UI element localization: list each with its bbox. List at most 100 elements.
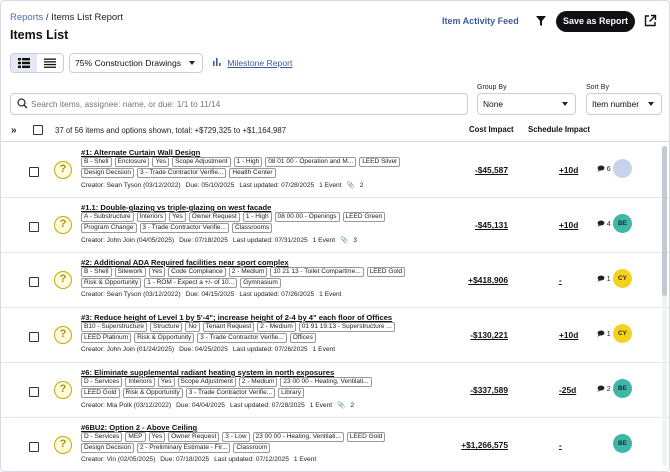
assignee-avatar[interactable]	[613, 159, 632, 178]
chevron-down-icon	[189, 61, 195, 65]
tag: Yes	[148, 432, 166, 442]
assignee-avatar[interactable]: BE	[613, 434, 632, 453]
tag: Health Center	[229, 168, 276, 178]
cost-impact-value[interactable]: -$130,221	[470, 330, 508, 340]
item-title[interactable]: #6: Eliminate supplemental radiant heati…	[81, 368, 334, 377]
breadcrumb-current: Items List Report	[51, 12, 123, 23]
item-title[interactable]: #6BU2: Option 2 - Above Ceiling	[81, 423, 197, 432]
list-item[interactable]: ? #6BU2: Option 2 - Above Ceiling D - Serv…	[1, 418, 669, 471]
bar-chart-icon	[213, 58, 221, 66]
row-checkbox[interactable]	[29, 167, 39, 177]
cost-impact-value[interactable]: -$45,131	[475, 220, 508, 230]
breadcrumb-reports-link[interactable]: Reports	[10, 12, 43, 23]
select-all-checkbox[interactable]	[33, 125, 43, 135]
cost-impact-value[interactable]: -$45,587	[475, 165, 508, 175]
tag: D - Services	[81, 377, 123, 387]
card-view-icon	[18, 58, 30, 68]
cost-impact-value[interactable]: +$418,906	[468, 275, 508, 285]
question-status-icon: ?	[54, 216, 72, 234]
schedule-impact-value[interactable]: +10d	[559, 165, 578, 175]
attachment-count[interactable]: 3	[353, 237, 357, 244]
scrollbar-thumb[interactable]	[662, 146, 667, 296]
row-checkbox[interactable]	[29, 277, 39, 287]
tag: Classrooms	[231, 223, 273, 233]
item-updated: Last updated: 07/28/2025	[239, 182, 315, 189]
breadcrumb-separator: /	[45, 12, 49, 23]
attachment-count[interactable]: 2	[360, 182, 364, 189]
item-due: Due: 05/10/2025	[185, 182, 235, 189]
tag: Yes	[148, 267, 166, 277]
scrollbar[interactable]	[662, 146, 667, 466]
item-updated: Last updated: 07/26/2025	[239, 291, 315, 298]
comments-count[interactable]: 🗩 4	[597, 220, 611, 231]
list-item[interactable]: ? #3: Reduce height of Level 1 by 5'-4"; …	[1, 308, 669, 363]
group-by-value: None	[483, 99, 504, 109]
cost-impact-header[interactable]: Cost Impact	[469, 125, 514, 134]
schedule-impact-value[interactable]: +10d	[559, 220, 578, 230]
question-status-icon: ?	[54, 326, 72, 344]
assignee-avatar[interactable]: BE	[613, 379, 632, 398]
item-events[interactable]: 1 Event	[319, 291, 341, 298]
list-item[interactable]: ? #1: Alternate Curtain Wall Design B - Sh…	[1, 143, 669, 198]
tag: LEED Gold	[366, 267, 406, 277]
tag: LEED Gold	[346, 432, 386, 442]
item-events[interactable]: 1 Event	[313, 237, 335, 244]
item-events[interactable]: 1 Event	[313, 346, 335, 353]
item-title[interactable]: #1.1: Double-glazing vs triple-glazing o…	[81, 203, 271, 212]
tag-row: B10 - Superstructure Structure No Tenant Re…	[81, 322, 411, 332]
schedule-impact-value[interactable]: -	[559, 275, 562, 285]
drawing-set-select[interactable]: 75% Construction Drawings	[69, 53, 203, 73]
item-events[interactable]: 1 Event	[310, 402, 332, 409]
schedule-impact-header[interactable]: Schedule Impact	[528, 125, 590, 134]
milestone-report-link[interactable]: Milestone Report	[213, 58, 292, 68]
card-view-button[interactable]	[11, 54, 37, 72]
tag: Interiors	[136, 212, 167, 222]
filter-icon[interactable]	[534, 14, 548, 28]
item-events[interactable]: 1 Event	[319, 182, 341, 189]
tag-row: Design Decision 3 - Trade Contractor Veri…	[81, 168, 411, 178]
comments-count[interactable]: 🗩 1	[597, 330, 611, 341]
item-title[interactable]: #1: Alternate Curtain Wall Design	[81, 148, 200, 157]
item-events[interactable]: 1 Event	[294, 456, 316, 463]
expand-all-icon[interactable]: »	[11, 125, 16, 136]
search-input[interactable]	[31, 96, 461, 112]
tag-row: LEED Platinum Risk & Opportunity 3 - Trade…	[81, 333, 411, 343]
item-activity-feed-link[interactable]: Item Activity Feed	[442, 16, 519, 26]
row-checkbox[interactable]	[29, 442, 39, 452]
tag: 23 00 00 - Heating, Ventilati...	[252, 432, 344, 442]
list-item[interactable]: ? #1.1: Double-glazing vs triple-glazing …	[1, 198, 669, 253]
tag: Sitework	[114, 267, 146, 277]
save-as-report-button[interactable]: Save as Report	[556, 11, 635, 32]
cost-impact-value[interactable]: +$1,266,575	[461, 440, 508, 450]
list-item[interactable]: ? #2: Additional ADA Required facilities …	[1, 253, 669, 308]
item-title[interactable]: #2: Additional ADA Required facilities n…	[81, 258, 289, 267]
assignee-avatar[interactable]: CY	[613, 269, 632, 288]
app-frame: Reports / Items List Report Items List I…	[0, 0, 670, 472]
schedule-impact-value[interactable]: -	[559, 440, 562, 450]
sort-by-select[interactable]: Item number	[586, 93, 662, 115]
list-item[interactable]: ? #6: Eliminate supplemental radiant heat…	[1, 363, 669, 418]
comments-count[interactable]: 🗩 6	[597, 165, 611, 176]
assignee-avatar[interactable]: CY	[613, 324, 632, 343]
tag: Yes	[152, 157, 170, 167]
row-checkbox[interactable]	[29, 222, 39, 232]
comments-count[interactable]: 🗩 1	[597, 275, 611, 286]
list-header: » 37 of 56 items and options shown, tota…	[1, 120, 669, 142]
list-view-button[interactable]	[37, 54, 63, 72]
paperclip-icon: 📎	[337, 402, 346, 409]
group-by-select[interactable]: None	[477, 93, 576, 115]
attachment-count[interactable]: 2	[350, 402, 354, 409]
cost-impact-value[interactable]: -$337,589	[470, 385, 508, 395]
list-view-icon	[44, 58, 56, 68]
row-checkbox[interactable]	[29, 332, 39, 342]
tag: LEED Silver	[359, 157, 401, 167]
item-title[interactable]: #3: Reduce height of Level 1 by 5'-4"; i…	[81, 313, 392, 322]
assignee-avatar[interactable]: BE	[613, 214, 632, 233]
row-checkbox[interactable]	[29, 387, 39, 397]
schedule-impact-value[interactable]: +10d	[559, 330, 578, 340]
comments-count[interactable]: 🗩 2	[597, 385, 611, 396]
schedule-impact-value[interactable]: -25d	[559, 385, 576, 395]
comment-icon: 🗩	[597, 386, 605, 393]
item-due: Due: 07/18/2025	[179, 237, 228, 244]
export-icon[interactable]	[643, 14, 657, 28]
